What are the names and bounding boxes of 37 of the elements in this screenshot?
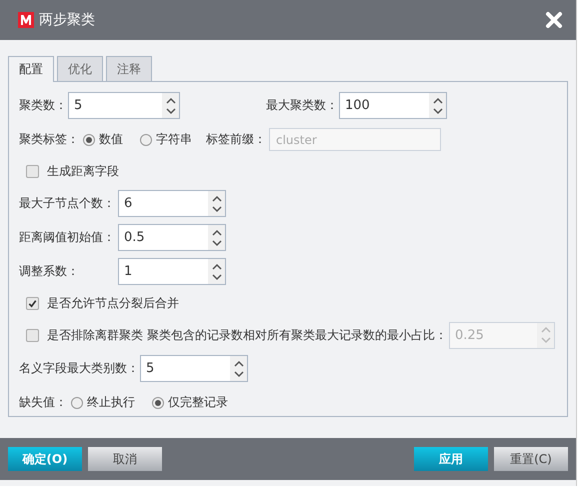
radio-button[interactable] <box>83 134 95 146</box>
radio-button[interactable] <box>152 396 164 408</box>
field-label: 缺失值： <box>19 394 67 411</box>
option-label: 仅完整记录 <box>168 394 228 411</box>
checkbox-label: 是否排除离群聚类 <box>47 326 143 344</box>
checkbox[interactable] <box>26 165 39 178</box>
field-label: 最大聚类数： <box>266 97 338 114</box>
tab[interactable]: 优化 <box>57 56 103 81</box>
field-label: 距离阈值初始值： <box>19 229 116 246</box>
field-label: 聚类包含的记录数相对所有聚类最大记录数的最小占比： <box>147 326 447 344</box>
window-title: 两步聚类 <box>39 11 96 29</box>
spin-field[interactable]: 5 <box>68 92 180 119</box>
field-label: 最大子节点个数： <box>19 195 116 212</box>
checkbox[interactable] <box>26 297 39 310</box>
radio-button[interactable] <box>71 396 83 408</box>
tab[interactable]: 配置 <box>8 56 54 82</box>
spin-field[interactable]: 5 <box>140 355 248 382</box>
spin-field[interactable]: 1 <box>118 258 226 285</box>
field-label: 聚类数： <box>19 97 67 114</box>
option-label: 数值 <box>99 131 123 148</box>
dialog-button[interactable]: 重置(C) <box>494 447 568 471</box>
field-label: 调整系数： <box>19 263 80 280</box>
radio-button[interactable] <box>140 134 152 146</box>
dialog-button[interactable]: 取消 <box>88 447 162 471</box>
logo-icon <box>18 12 34 28</box>
field-label: 名义字段最大类别数： <box>19 360 139 377</box>
checkbox-label: 是否允许节点分裂后合并 <box>47 295 179 312</box>
option-label: 字符串 <box>156 131 192 148</box>
spin-field[interactable]: 6 <box>118 190 226 217</box>
spin-field[interactable]: 0.5 <box>118 224 226 251</box>
checkbox-label: 生成距离字段 <box>47 163 119 180</box>
option-label: 终止执行 <box>87 394 135 411</box>
field-label: 标签前缀： <box>206 131 266 148</box>
tab[interactable]: 注释 <box>106 56 152 81</box>
spin-field[interactable]: 100 <box>339 92 447 119</box>
close-icon[interactable] <box>544 10 564 30</box>
field-label: 聚类标签： <box>19 131 79 148</box>
